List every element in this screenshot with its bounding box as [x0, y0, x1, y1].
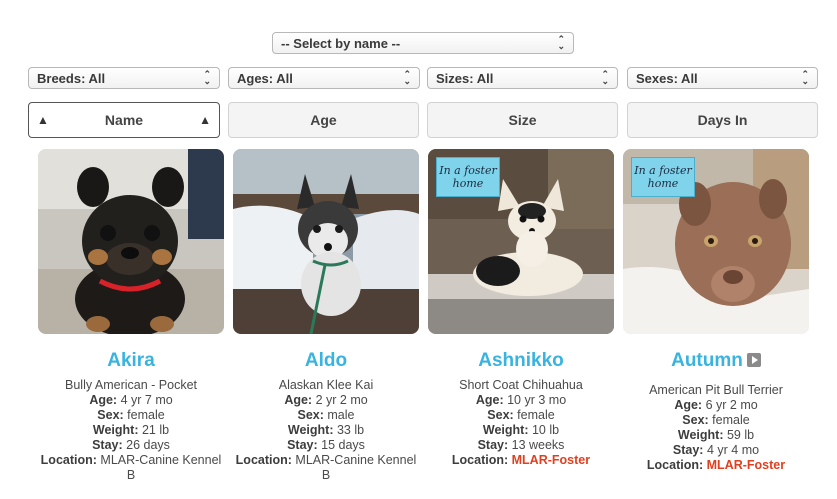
name-select[interactable]: -- Select by name -- ⌃ ⌄ [272, 32, 574, 54]
dog-location: MLAR-Foster [706, 458, 786, 472]
foster-badge: In a foster home [436, 157, 500, 197]
dog-sex: male [327, 408, 355, 422]
sort-by-size-button[interactable]: Size [427, 102, 618, 138]
dog-location: MLAR-Foster [511, 453, 591, 467]
dog-card: Akira Bully American - Pocket Age: 4 yr … [38, 149, 224, 483]
dog-age: 6 yr 2 mo [705, 398, 758, 412]
sort-size-label: Size [508, 112, 537, 128]
sex-filter-select[interactable]: Sexes: All ⌃ ⌄ [627, 67, 818, 89]
dog-name-link[interactable]: Akira [38, 350, 224, 374]
name-select-value: -- Select by name -- [281, 35, 401, 51]
sort-ascending-icon: ▲ [37, 113, 49, 127]
dog-name-link[interactable]: Aldo [233, 350, 419, 374]
dog-location: MLAR-Canine Kennel B [295, 453, 417, 482]
sort-by-days-in-button[interactable]: Days In [627, 102, 818, 138]
dog-stay: 26 days [126, 438, 170, 452]
dog-breed: American Pit Bull Terrier [649, 383, 783, 397]
sort-by-age-button[interactable]: Age [228, 102, 419, 138]
dog-location: MLAR-Canine Kennel B [100, 453, 222, 482]
dog-photo[interactable]: In a foster home [428, 149, 614, 334]
dog-stay: 15 days [321, 438, 365, 452]
dog-breed: Bully American - Pocket [65, 378, 197, 392]
size-filter-select[interactable]: Sizes: All ⌃ ⌄ [427, 67, 618, 89]
dog-info: Bully American - Pocket Age: 4 yr 7 mo S… [38, 378, 224, 483]
dog-breed: Alaskan Klee Kai [278, 378, 374, 392]
dog-info: American Pit Bull Terrier Age: 6 yr 2 mo… [623, 383, 809, 473]
size-filter-value: Sizes: All [436, 70, 494, 86]
age-filter-select[interactable]: Ages: All ⌃ ⌄ [228, 67, 420, 89]
dog-photo[interactable]: In a foster home [623, 149, 809, 334]
dog-age: 4 yr 7 mo [120, 393, 173, 407]
dog-photo[interactable] [38, 149, 224, 334]
breed-filter-value: Breeds: All [37, 70, 106, 86]
dog-info: Short Coat Chihuahua Age: 10 yr 3 mo Sex… [428, 378, 614, 468]
dog-weight: 59 lb [726, 428, 755, 442]
breed-filter-select[interactable]: Breeds: All ⌃ ⌄ [28, 67, 220, 89]
dog-photo[interactable] [233, 149, 419, 334]
age-filter-value: Ages: All [237, 70, 293, 86]
sort-age-label: Age [310, 112, 337, 128]
sort-by-name-button[interactable]: ▲ Name ▲ [28, 102, 220, 138]
dog-weight: 33 lb [336, 423, 365, 437]
dog-info: Alaskan Klee Kai Age: 2 yr 2 mo Sex: mal… [233, 378, 419, 483]
dog-age: 2 yr 2 mo [315, 393, 368, 407]
sort-days-label: Days In [697, 112, 748, 128]
sort-ascending-icon: ▲ [199, 113, 211, 127]
select-chevron-icon: ⌃ ⌄ [557, 34, 565, 51]
dog-weight: 10 lb [531, 423, 560, 437]
dog-card: In a foster home Autumn American Pit Bul… [623, 149, 809, 473]
dog-sex: female [712, 413, 750, 427]
sex-filter-value: Sexes: All [636, 70, 698, 86]
select-chevron-icon: ⌃ ⌄ [601, 69, 609, 86]
select-chevron-icon: ⌃ ⌄ [801, 69, 809, 86]
dog-card: Aldo Alaskan Klee Kai Age: 2 yr 2 mo Sex… [233, 149, 419, 483]
dog-sex: female [127, 408, 165, 422]
dog-age: 10 yr 3 mo [507, 393, 567, 407]
dog-weight: 21 lb [141, 423, 170, 437]
dog-name-link[interactable]: Ashnikko [428, 350, 614, 374]
select-chevron-icon: ⌃ ⌄ [203, 69, 211, 86]
dog-card: In a foster home Ashnikko Short Coat Chi… [428, 149, 614, 468]
dog-stay: 4 yr 4 mo [706, 443, 760, 457]
sort-name-label: Name [104, 112, 144, 128]
dog-stay: 13 weeks [511, 438, 565, 452]
dog-name-link[interactable]: Autumn [623, 350, 809, 374]
video-play-icon[interactable] [746, 353, 761, 367]
dog-breed: Short Coat Chihuahua [459, 378, 583, 392]
foster-badge: In a foster home [631, 157, 695, 197]
select-chevron-icon: ⌃ ⌄ [403, 69, 411, 86]
dog-sex: female [517, 408, 555, 422]
